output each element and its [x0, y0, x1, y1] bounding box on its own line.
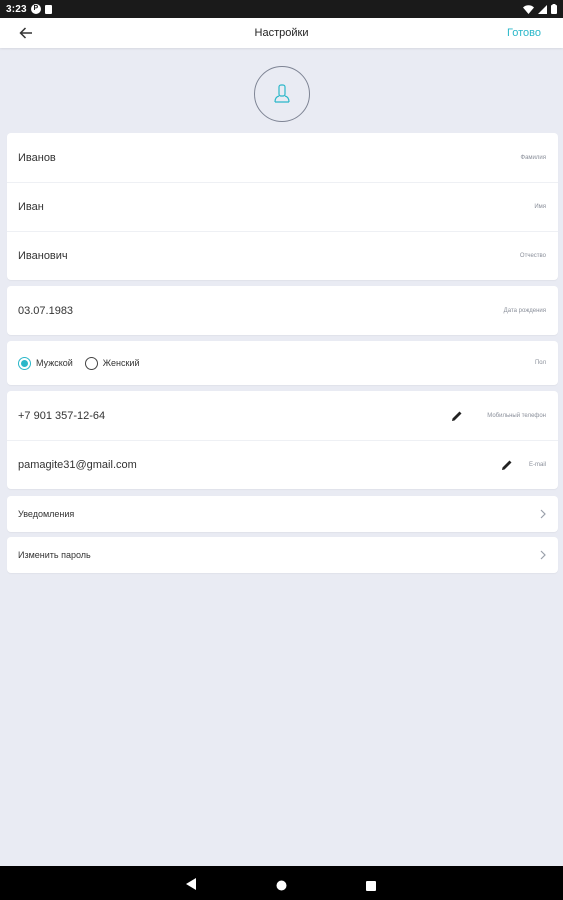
avatar[interactable]	[254, 66, 310, 122]
phone-caption: Мобильный телефон	[487, 412, 546, 419]
page-title: Настройки	[254, 27, 309, 39]
last-name-row[interactable]: Иванов Фамилия	[7, 133, 558, 182]
first-name-row[interactable]: Иван Имя	[7, 182, 558, 231]
birth-date-caption: Дата рождения	[503, 307, 546, 314]
user-placeholder-icon	[274, 84, 290, 103]
gender-male-radio[interactable]: Мужской	[18, 356, 73, 370]
edit-email-button[interactable]	[501, 459, 513, 471]
notifications-card: Уведомления	[7, 496, 558, 532]
middle-name-field[interactable]: Иванович	[18, 250, 68, 262]
battery-icon	[551, 4, 557, 14]
gender-female-radio[interactable]: Женский	[84, 356, 140, 370]
notifications-link[interactable]: Уведомления	[7, 496, 558, 532]
email-caption: E-mail	[528, 462, 546, 468]
sd-card-icon	[44, 4, 52, 14]
gender-male-label: Мужской	[36, 358, 73, 368]
change-password-label: Изменить пароль	[18, 550, 91, 560]
pencil-icon	[452, 411, 462, 421]
triangle-back-icon	[186, 878, 196, 890]
status-time: 3:23	[6, 3, 27, 15]
gender-caption: Пол	[534, 360, 546, 366]
notifications-label: Уведомления	[18, 509, 75, 519]
chevron-right-icon	[540, 550, 546, 560]
app-bar: Настройки Готово	[0, 18, 563, 48]
gender-row: Мужской Женский Пол	[7, 341, 558, 385]
change-password-link[interactable]: Изменить пароль	[7, 537, 558, 573]
circle-home-icon	[276, 880, 287, 891]
name-card: Иванов Фамилия Иван Имя Иванович Отчеств…	[7, 133, 558, 280]
status-bar: 3:23 P	[0, 0, 563, 18]
nav-back-button[interactable]	[186, 877, 197, 895]
gender-female-label: Женский	[102, 358, 140, 368]
email-field: pamagite31@gmail.com	[18, 459, 137, 471]
system-nav-bar	[0, 866, 563, 900]
contacts-card: +7 901 357-12-64 Мобильный телефон pamag…	[7, 391, 558, 489]
pencil-icon	[502, 460, 512, 470]
phone-field: +7 901 357-12-64	[18, 409, 106, 422]
change-password-card: Изменить пароль	[7, 537, 558, 573]
signal-icon	[538, 4, 547, 14]
p-app-icon: P	[30, 4, 41, 14]
done-button[interactable]: Готово	[507, 27, 541, 39]
edit-phone-button[interactable]	[451, 410, 463, 422]
wifi-icon	[523, 4, 534, 14]
middle-name-row[interactable]: Иванович Отчество	[7, 231, 558, 280]
radio-checked-icon	[18, 356, 31, 370]
radio-unchecked-icon	[84, 356, 98, 370]
birth-date-field[interactable]: 03.07.1983	[18, 305, 73, 317]
nav-recents-button[interactable]	[366, 878, 376, 896]
gender-card: Мужской Женский Пол	[7, 341, 558, 385]
square-recents-icon	[366, 881, 376, 891]
birth-date-row[interactable]: 03.07.1983 Дата рождения	[7, 286, 558, 335]
phone-row: +7 901 357-12-64 Мобильный телефон	[7, 391, 558, 440]
middle-name-caption: Отчество	[519, 253, 546, 259]
chevron-right-icon	[540, 509, 546, 519]
birth-date-card: 03.07.1983 Дата рождения	[7, 286, 558, 335]
email-row: pamagite31@gmail.com E-mail	[7, 440, 558, 489]
first-name-caption: Имя	[534, 204, 546, 210]
last-name-caption: Фамилия	[520, 154, 546, 161]
last-name-field[interactable]: Иванов	[18, 152, 56, 164]
first-name-field[interactable]: Иван	[18, 201, 44, 213]
nav-home-button[interactable]	[276, 878, 287, 896]
